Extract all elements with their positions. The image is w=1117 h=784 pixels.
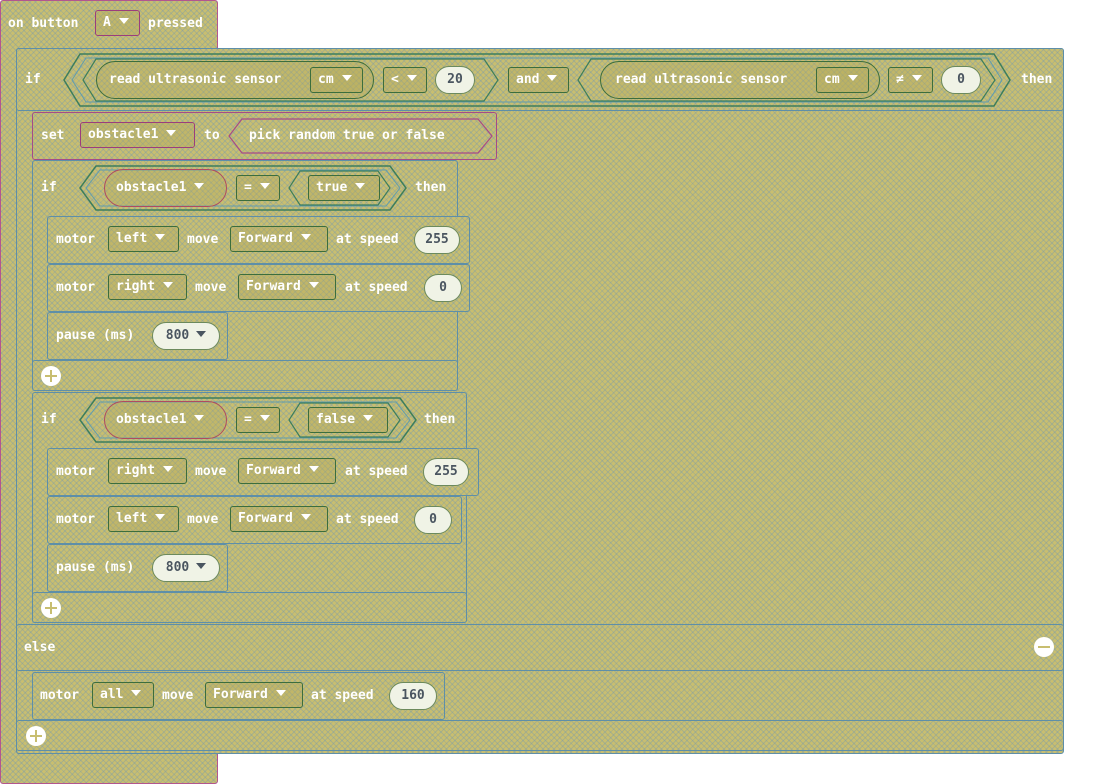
pick-random-label[interactable]: pick random true or false bbox=[249, 128, 445, 144]
motor-speed-input[interactable]: 0 bbox=[414, 506, 452, 534]
motor-move-label: move bbox=[187, 232, 219, 247]
motor-label: motor bbox=[56, 232, 96, 247]
motor-move-label: move bbox=[187, 512, 219, 527]
else-header bbox=[16, 624, 1064, 671]
motor-move-label: move bbox=[162, 688, 194, 703]
pause-duration-input[interactable]: 800 bbox=[152, 322, 220, 350]
number-input-right[interactable]: 0 bbox=[941, 66, 981, 94]
event-label-on-button: on button bbox=[8, 16, 79, 31]
unit-dropdown-left[interactable]: cm bbox=[310, 67, 363, 93]
motor-direction-dropdown[interactable]: Forward bbox=[238, 458, 336, 484]
motor-direction-dropdown[interactable]: Forward bbox=[238, 274, 336, 300]
obstacle1-var-dropdown-false[interactable]: obstacle1 bbox=[108, 407, 222, 433]
number-input-left[interactable]: 20 bbox=[435, 66, 475, 94]
outer-if-then-label: then bbox=[1021, 72, 1053, 87]
motor-side-dropdown[interactable]: right bbox=[108, 458, 187, 484]
set-label: set bbox=[41, 128, 65, 143]
if-else-footer bbox=[16, 720, 1064, 751]
set-to-label: to bbox=[204, 128, 220, 143]
plus-circle-icon[interactable] bbox=[26, 726, 46, 746]
if-false-then-label: then bbox=[424, 412, 456, 427]
plus-circle-icon[interactable] bbox=[41, 366, 61, 386]
motor-at-speed-label: at speed bbox=[345, 464, 408, 479]
motor-at-speed-label: at speed bbox=[345, 280, 408, 295]
motor-direction-dropdown[interactable]: Forward bbox=[230, 226, 328, 252]
if-true-then-label: then bbox=[415, 180, 447, 195]
equals-dropdown-true[interactable]: = bbox=[236, 175, 280, 201]
button-dropdown[interactable]: A bbox=[95, 10, 140, 36]
true-literal-dropdown[interactable]: true bbox=[308, 175, 380, 201]
motor-speed-input[interactable]: 160 bbox=[389, 682, 437, 710]
motor-direction-dropdown[interactable]: Forward bbox=[230, 506, 328, 532]
unit-dropdown-right[interactable]: cm bbox=[816, 67, 869, 93]
if-true-footer bbox=[32, 360, 458, 391]
outer-if-label: if bbox=[25, 72, 41, 87]
motor-side-dropdown[interactable]: right bbox=[108, 274, 187, 300]
motor-label: motor bbox=[56, 512, 96, 527]
ultrasonic-label-right: read ultrasonic sensor bbox=[615, 72, 788, 87]
motor-side-dropdown[interactable]: all bbox=[92, 682, 154, 708]
event-label-pressed: pressed bbox=[148, 16, 203, 31]
motor-at-speed-label: at speed bbox=[336, 512, 399, 527]
operator-dropdown-right[interactable]: ≠ bbox=[888, 67, 933, 93]
motor-label: motor bbox=[40, 688, 80, 703]
minus-circle-icon[interactable] bbox=[1034, 637, 1054, 657]
motor-move-label: move bbox=[195, 464, 227, 479]
motor-speed-input[interactable]: 255 bbox=[414, 226, 460, 254]
else-label: else bbox=[24, 640, 56, 655]
motor-speed-input[interactable]: 255 bbox=[423, 458, 469, 486]
operator-dropdown-left[interactable]: < bbox=[383, 67, 427, 93]
pause-duration-input[interactable]: 800 bbox=[152, 554, 220, 582]
false-literal-dropdown[interactable]: false bbox=[308, 407, 388, 433]
if-false-footer bbox=[32, 592, 467, 623]
plus-circle-icon[interactable] bbox=[41, 598, 61, 618]
motor-direction-dropdown[interactable]: Forward bbox=[205, 682, 303, 708]
motor-side-dropdown[interactable]: left bbox=[108, 226, 179, 252]
obstacle1-var-dropdown-true[interactable]: obstacle1 bbox=[108, 175, 222, 201]
equals-dropdown-false[interactable]: = bbox=[236, 407, 280, 433]
motor-at-speed-label: at speed bbox=[311, 688, 374, 703]
motor-label: motor bbox=[56, 464, 96, 479]
motor-side-dropdown[interactable]: left bbox=[108, 506, 179, 532]
motor-label: motor bbox=[56, 280, 96, 295]
pause-label: pause (ms) bbox=[56, 560, 135, 575]
if-false-label: if bbox=[41, 412, 57, 427]
pause-label: pause (ms) bbox=[56, 328, 135, 343]
motor-speed-input[interactable]: 0 bbox=[424, 274, 462, 302]
motor-move-label: move bbox=[195, 280, 227, 295]
set-variable-dropdown[interactable]: obstacle1 bbox=[80, 122, 195, 148]
and-dropdown[interactable]: and bbox=[508, 67, 569, 93]
motor-at-speed-label: at speed bbox=[336, 232, 399, 247]
if-true-label: if bbox=[41, 180, 57, 195]
ultrasonic-label-left: read ultrasonic sensor bbox=[109, 72, 282, 87]
